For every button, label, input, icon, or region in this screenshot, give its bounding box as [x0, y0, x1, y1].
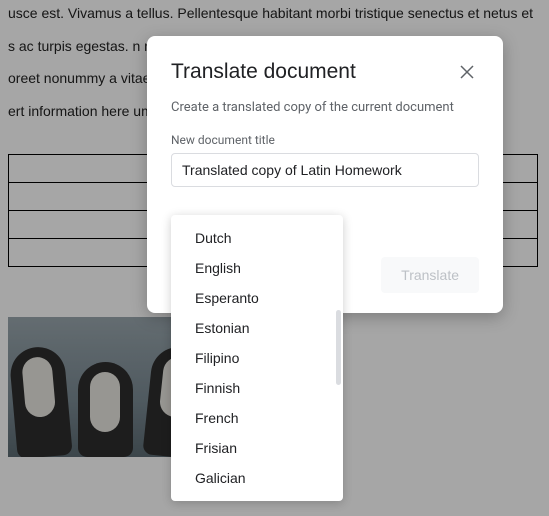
language-option[interactable]: Finnish [171, 373, 343, 403]
document-title-input[interactable] [171, 153, 479, 187]
language-option[interactable]: Esperanto [171, 283, 343, 313]
language-option[interactable]: Dutch [171, 223, 343, 253]
language-option[interactable]: English [171, 253, 343, 283]
language-option[interactable]: Galician [171, 463, 343, 493]
close-button[interactable] [455, 60, 479, 84]
language-option[interactable]: Frisian [171, 433, 343, 463]
dialog-subtitle: Create a translated copy of the current … [171, 100, 479, 115]
language-option[interactable]: French [171, 403, 343, 433]
close-icon [460, 65, 474, 79]
dropdown-scrollbar[interactable] [336, 310, 341, 385]
language-dropdown[interactable]: Dutch English Esperanto Estonian Filipin… [171, 215, 343, 501]
title-field-label: New document title [171, 133, 479, 147]
dialog-title: Translate document [171, 60, 356, 84]
translate-button[interactable]: Translate [381, 257, 479, 293]
language-option[interactable]: Estonian [171, 313, 343, 343]
language-option[interactable]: Filipino [171, 343, 343, 373]
